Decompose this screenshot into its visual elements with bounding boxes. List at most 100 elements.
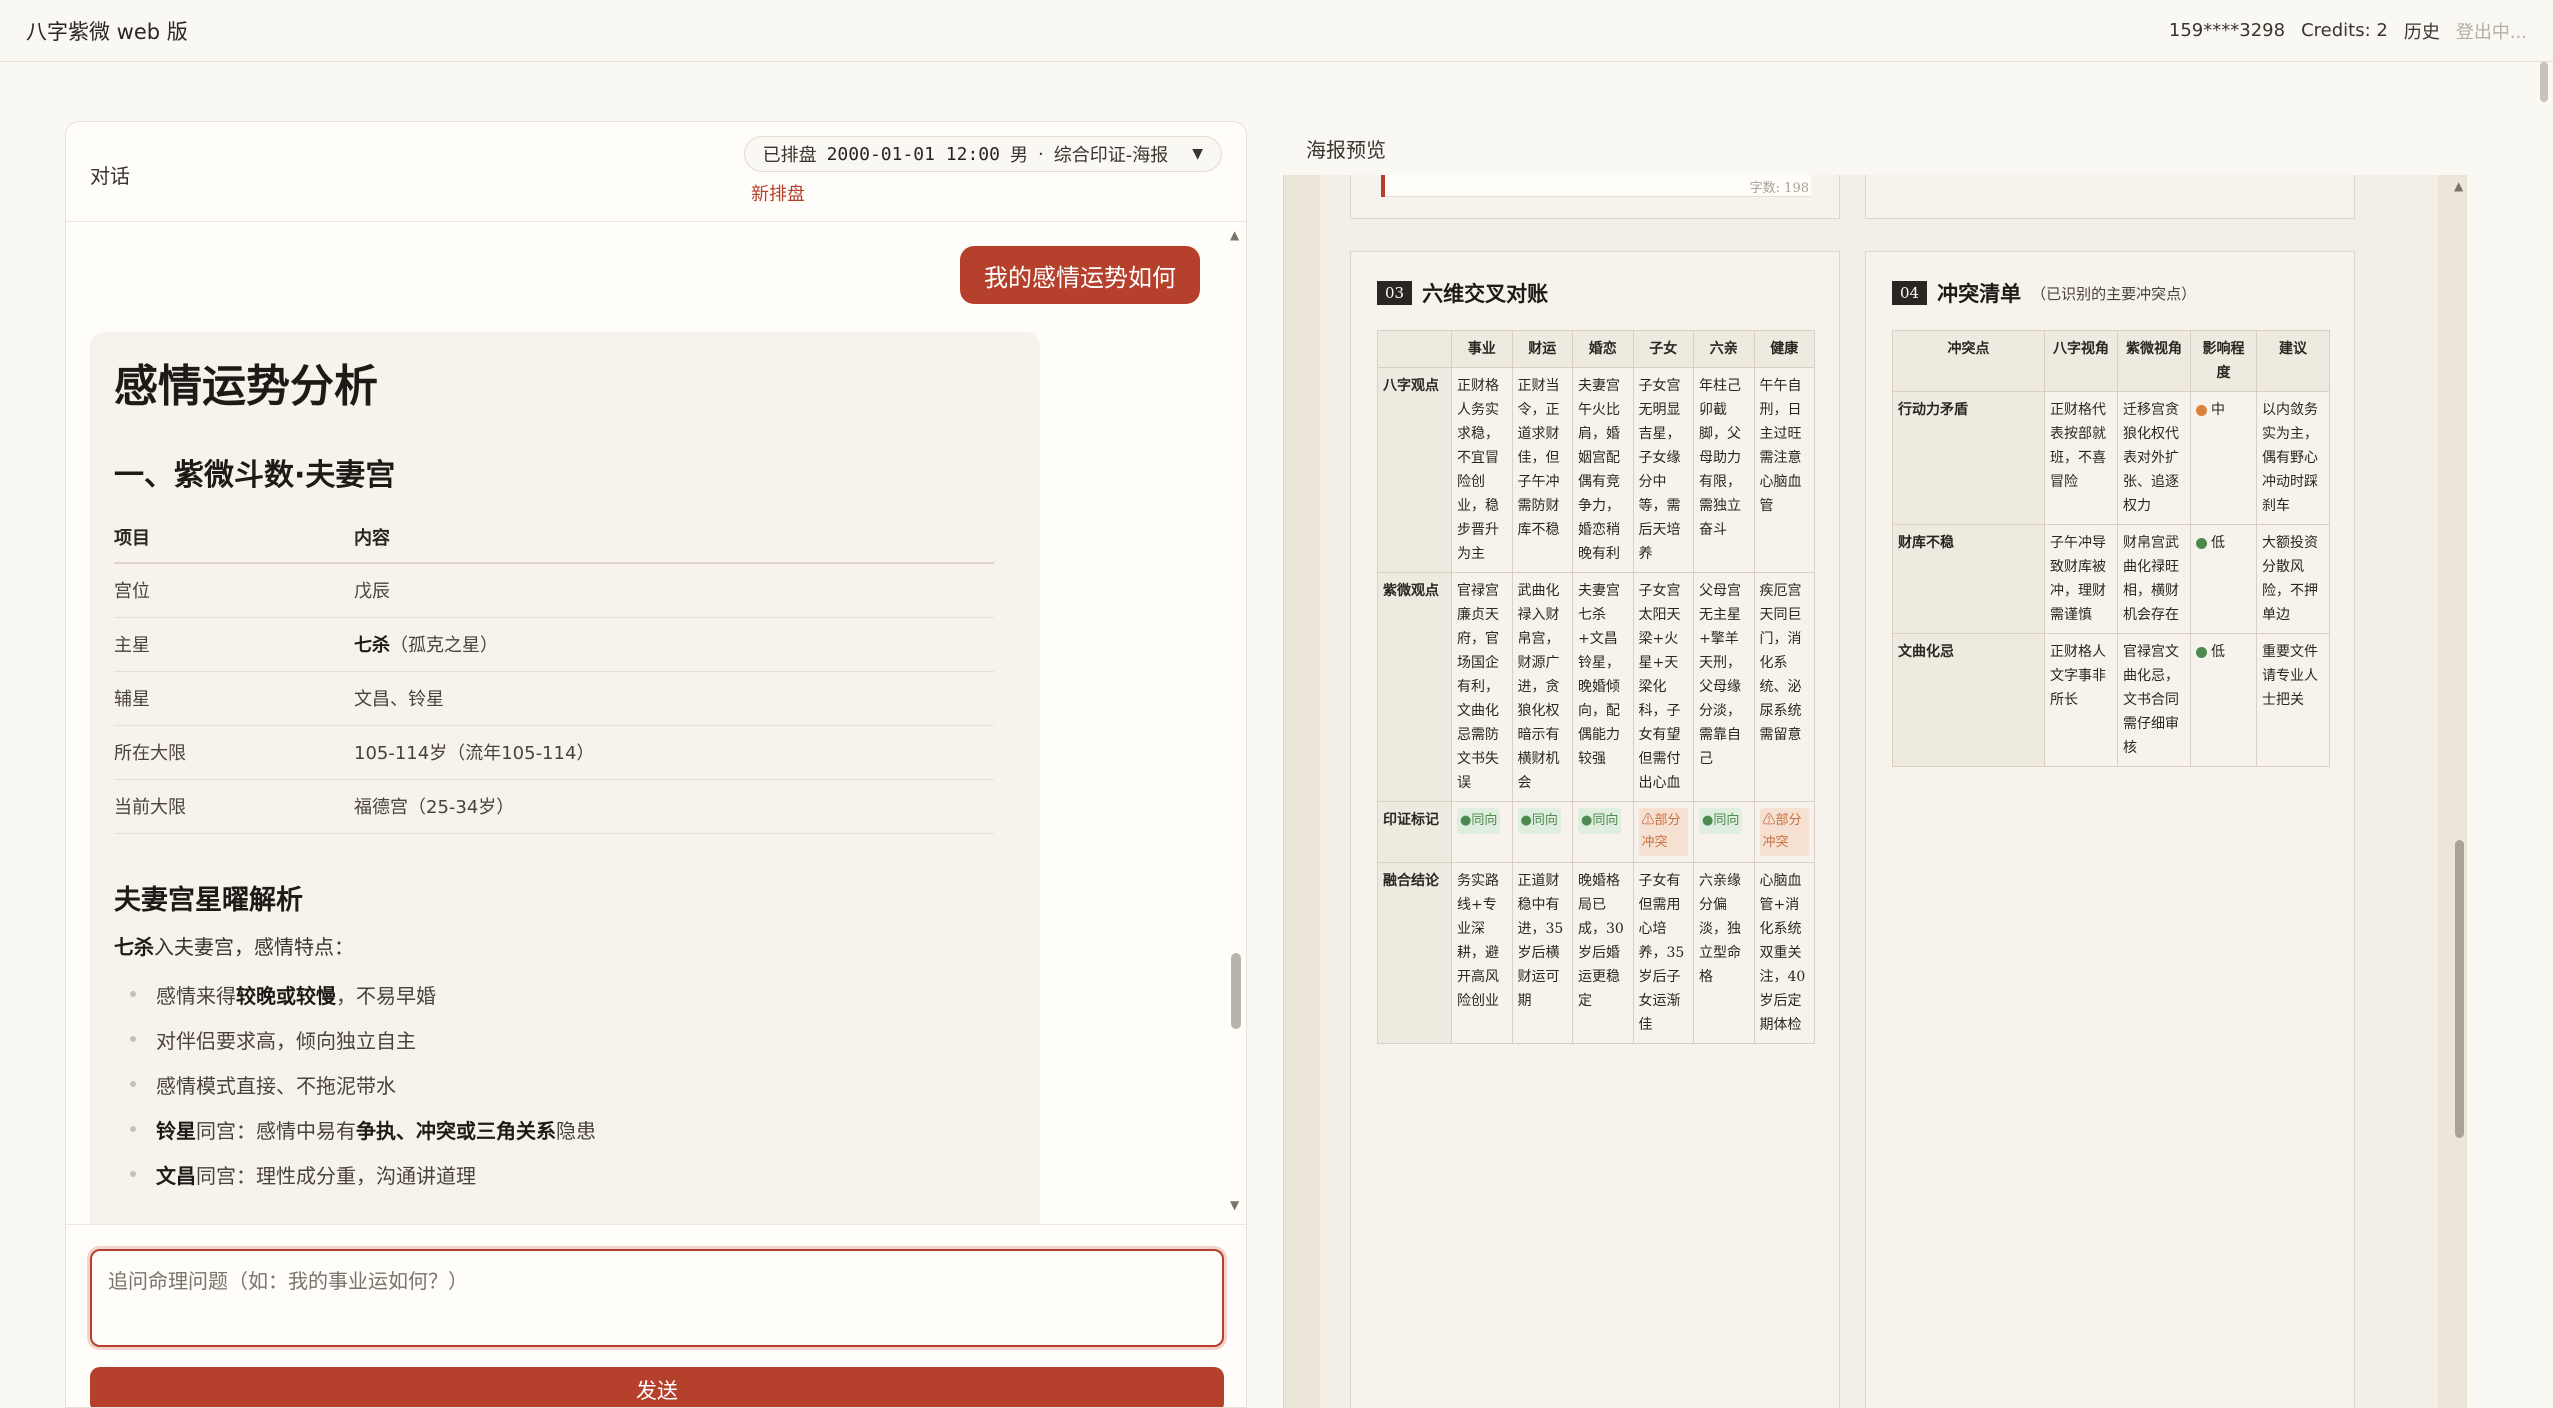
item-text: 同宫：理性成分重，沟通讲道理 (196, 1164, 476, 1188)
send-button[interactable]: 发送 (90, 1367, 1224, 1407)
table-cell: 疾厄宫天同巨门，消化系统、泌尿系统需留意 (1753, 572, 1815, 802)
table-cell: ⚠部分冲突 (1632, 801, 1694, 863)
table-cell: ●同向 (1693, 801, 1755, 863)
scroll-up-icon[interactable]: ▲ (1230, 228, 1239, 242)
preview-scrollbar-thumb[interactable] (2455, 840, 2464, 1138)
credits-count: Credits: 2 (2301, 20, 2388, 41)
previous-card: 字数: 198 (1350, 175, 1840, 219)
table-cell: 财帛宫武曲化禄旺相，横财机会存在 (2117, 524, 2191, 634)
row-value: 105-114岁（流年105-114） (354, 725, 994, 780)
table-cell: 午午自刑，日主过旺需注意心脑血管 (1753, 367, 1815, 573)
intro-paragraph: 七杀入夫妻宫，感情特点： (114, 931, 1016, 960)
conflict-table: 冲突点 八字视角 紫微视角 影响程度 建议 行动力矛盾 正财格代表按部就班，不喜… (1892, 330, 2330, 767)
logout-link[interactable]: 登出中... (2456, 18, 2527, 44)
table-row: 宫位 戊辰 (114, 563, 994, 618)
row-value: 七杀（孤克之星） (354, 617, 994, 672)
table-cell: 子女宫无明显吉星，子女缘分中等，需后天培养 (1632, 367, 1694, 573)
accent-bar (1381, 175, 1385, 197)
new-chart-link[interactable]: 新排盘 (751, 180, 805, 206)
sub-heading: 夫妻宫星曜解析 (114, 885, 303, 916)
warning-icon: ⚠ (1641, 813, 1655, 828)
impact-level: 中 (2211, 402, 2225, 418)
column-header: 冲突点 (1892, 330, 2045, 392)
history-link[interactable]: 历史 (2404, 18, 2440, 44)
list-item: 感情模式直接、不拖泥带水 (130, 1070, 1016, 1099)
row-value: 戊辰 (354, 563, 994, 618)
green-dot-icon: ● (1520, 813, 1532, 828)
table-row: 融合结论 务实路线+专业深耕，避开高风险创业 正道财稳中有进，35岁后横财运可期… (1377, 862, 1815, 1044)
column-header: 项目 (114, 516, 354, 564)
table-cell: 官禄宫廉贞天府，官场国企有利，文曲化忌需防文书失误 (1451, 572, 1513, 802)
item-text: ，不易早婚 (336, 984, 436, 1008)
column-header: 影响程度 (2190, 330, 2257, 392)
mark-text: 同向 (1531, 813, 1558, 828)
row-key: 当前大限 (114, 779, 354, 834)
chart-selector[interactable]: 已排盘 2000-01-01 12:00 男 · 综合印证-海报 ▼ (743, 136, 1222, 172)
chart-datetime: 2000-01-01 12:00 (826, 143, 1000, 165)
table-row: 印证标记 ●同向 ●同向 ●同向 ⚠部分冲突 ●同向 ⚠部分冲突 (1377, 801, 1815, 863)
scroll-up-icon[interactable]: ▲ (2454, 179, 2463, 193)
account-area: 159****3298 Credits: 2 历史 登出中... (2169, 18, 2527, 44)
table-cell: 正财格代表按部就班，不喜冒险 (2044, 391, 2118, 525)
conflict-point: 财库不稳 (1892, 524, 2045, 634)
column-header: 健康 (1753, 330, 1815, 368)
column-header: 内容 (354, 516, 994, 564)
phone-number: 159****3298 (2168, 20, 2286, 41)
warning-icon: ⚠ (1762, 813, 1776, 828)
table-cell: 正道财稳中有进，35岁后横财运可期 (1511, 862, 1573, 1044)
agreement-mark: ●同向 (1517, 808, 1561, 834)
row-key: 所在大限 (114, 725, 354, 780)
top-bar: 八字紫微 web 版 159****3298 Credits: 2 历史 登出中… (0, 0, 2553, 62)
table-row: 紫微观点 官禄宫廉贞天府，官场国企有利，文曲化忌需防文书失误 武曲化禄入财帛宫，… (1377, 572, 1815, 802)
item-text: 隐患 (556, 1119, 596, 1143)
row-value-bold: 七杀 (354, 635, 390, 656)
table-cell: 大额投资分散风险，不押单边 (2256, 524, 2330, 634)
message-scrollbar-thumb[interactable] (1231, 953, 1241, 1029)
mark-text: 同向 (1471, 813, 1498, 828)
section-heading: 一、紫微斗数·夫妻宫 (114, 458, 396, 493)
list-item: 文昌同宫：理性成分重，沟通讲道理 (130, 1160, 1016, 1189)
table-cell: 务实路线+专业深耕，避开高风险创业 (1451, 862, 1513, 1044)
item-bold: 铃星 (156, 1119, 196, 1143)
table-cell: 夫妻宫午火比肩，婚姻宫配偶有竞争力，婚恋稍晚有利 (1572, 367, 1634, 573)
row-value-text: 戊辰 (354, 581, 390, 602)
scroll-down-icon[interactable]: ▼ (1230, 1198, 1239, 1212)
table-cell: 武曲化禄入财帛宫，财源广进，贪狼化权暗示有横财机会 (1511, 572, 1573, 802)
conflict-mark: ⚠部分冲突 (1638, 808, 1688, 856)
message-scrollbar[interactable]: ▲ ▼ (1230, 228, 1242, 1212)
table-row: 文曲化忌 正财格人文字事非所长 官禄宫文曲化忌，文书合同需仔细审核 低 重要文件… (1892, 633, 2330, 767)
chat-header: 对话 已排盘 2000-01-01 12:00 男 · 综合印证-海报 ▼ 新排… (66, 122, 1246, 222)
row-header: 紫微观点 (1377, 572, 1452, 802)
table-cell: 晚婚格局已成，30岁后婚运更稳定 (1572, 862, 1634, 1044)
preview-scrollbar[interactable]: ▲ (2451, 175, 2467, 1408)
table-cell: 子女有但需用心培养，35岁后子女运渐佳 (1632, 862, 1694, 1044)
chevron-down-icon[interactable]: ▼ (1192, 146, 1203, 162)
answer-title: 感情运势分析 (114, 361, 378, 412)
chat-title: 对话 (90, 164, 130, 188)
row-key: 辅星 (114, 671, 354, 726)
message-list[interactable]: 我的感情运势如何 感情运势分析 一、紫微斗数·夫妻宫 项目 内容 宫位 戊辰 主星… (66, 222, 1246, 1224)
trait-list: 感情来得较晚或较慢，不易早婚 对伴侣要求高，倾向独立自主 感情模式直接、不拖泥带… (114, 980, 1016, 1189)
agreement-mark: ●同向 (1699, 808, 1743, 834)
page-scrollbar-thumb[interactable] (2540, 62, 2548, 102)
app-title: 八字紫微 web 版 (26, 19, 188, 44)
green-dot-icon: ● (1581, 813, 1593, 828)
column-header: 紫微视角 (2117, 330, 2191, 392)
table-cell: 迁移宫贪狼化权代表对外扩张、追逐权力 (2117, 391, 2191, 525)
table-cell: 子女宫太阳天梁+火星+天梁化科，子女有望但需付出心血 (1632, 572, 1694, 802)
list-item: 对伴侣要求高，倾向独立自主 (130, 1025, 1016, 1054)
item-bold: 文昌 (156, 1164, 196, 1188)
table-row: 行动力矛盾 正财格代表按部就班，不喜冒险 迁移宫贪狼化权代表对外扩张、追逐权力 … (1892, 391, 2330, 525)
item-bold: 较晚或较慢 (236, 984, 336, 1008)
column-header: 子女 (1632, 330, 1694, 368)
table-row: 主星 七杀（孤克之星） (114, 617, 994, 672)
intro-bold: 七杀 (114, 935, 154, 959)
impact-level: 低 (2211, 535, 2225, 551)
card-subtitle: （已识别的主要冲突点） (2031, 284, 2197, 303)
poster-preview[interactable]: 字数: 198 03 六维交叉对账 事业 财运 婚恋 子女 六亲 健康 八字观点… (1283, 175, 2467, 1408)
item-text: 对伴侣要求高，倾向独立自主 (156, 1029, 416, 1053)
page-scrollbar[interactable] (2539, 62, 2549, 1408)
row-value: 福德宫（25-34岁） (354, 779, 994, 834)
chart-status: 已排盘 (762, 145, 817, 166)
question-input[interactable] (90, 1249, 1224, 1347)
